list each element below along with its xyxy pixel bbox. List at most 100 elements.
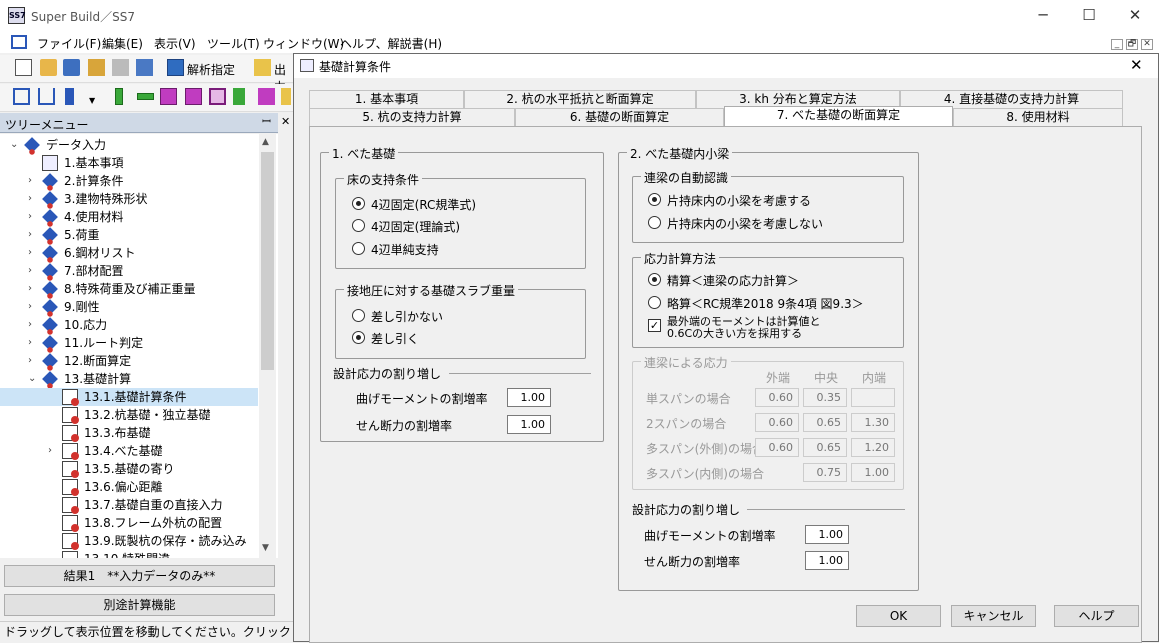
option-4edge-fixed-rc[interactable]: 4辺固定(RC規準式) — [371, 196, 476, 213]
tab-materials[interactable]: 8. 使用材料 — [953, 108, 1123, 126]
tree-item[interactable]: 13.6.偏心距離 — [0, 478, 258, 496]
result-button[interactable]: 結果1 **入力データのみ** — [4, 565, 275, 587]
table-icon[interactable] — [63, 59, 80, 76]
expand-chevron-icon[interactable]: › — [28, 316, 38, 334]
analysis-label[interactable]: 解析指定 — [187, 61, 235, 78]
analysis-icon[interactable] — [167, 59, 184, 76]
tree-item[interactable]: › 4.使用材料 — [0, 208, 258, 228]
menu-file[interactable]: ファイル(F) — [37, 35, 101, 52]
column-list-icon[interactable] — [65, 88, 74, 105]
tab-pile-horizontal[interactable]: 2. 杭の水平抵抗と断面算定 — [464, 90, 696, 108]
option-deduct[interactable]: 差し引く — [371, 330, 419, 347]
scroll-up-icon[interactable]: ▲ — [262, 137, 269, 147]
expand-chevron-icon[interactable]: › — [28, 262, 38, 280]
dropdown-arrow-icon[interactable]: ▼ — [89, 96, 95, 105]
tab-foundation-section[interactable]: 6. 基礎の断面算定 — [515, 108, 724, 126]
expand-chevron-icon[interactable]: › — [28, 352, 38, 370]
frame-icon[interactable] — [13, 88, 30, 105]
tree-item[interactable]: › 5.荷重 — [0, 226, 258, 246]
tree-item[interactable]: › 9.剛性 — [0, 298, 258, 318]
tree-close-icon[interactable]: ✕ — [281, 115, 290, 128]
tree-item[interactable]: › 3.建物特殊形状 — [0, 190, 258, 210]
radio-approx[interactable] — [648, 296, 661, 309]
menu-view[interactable]: 表示(V) — [154, 35, 196, 52]
expand-chevron-icon[interactable]: › — [28, 208, 38, 226]
radio-consider-beam[interactable] — [648, 193, 661, 206]
ok-button[interactable]: OK — [856, 605, 941, 627]
tree-item[interactable]: 13.7.基礎自重の直接入力 — [0, 496, 258, 514]
tree-scrollbar[interactable]: ▲ ▼ — [259, 134, 276, 558]
lock-icon[interactable] — [88, 59, 105, 76]
expand-chevron-icon[interactable]: › — [28, 172, 38, 190]
radio-ignore-beam[interactable] — [648, 216, 661, 229]
expand-chevron-icon[interactable]: › — [28, 334, 38, 352]
beam-member-icon[interactable] — [137, 93, 154, 100]
minimize-button[interactable]: ─ — [1020, 0, 1066, 31]
left-moment-input[interactable]: 1.00 — [507, 388, 551, 407]
open-folder-icon[interactable] — [40, 59, 57, 76]
tab-basic[interactable]: 1. 基本事項 — [309, 90, 464, 108]
close-button[interactable]: ✕ — [1112, 0, 1158, 31]
tree-item[interactable]: › 8.特殊荷重及び補正重量 — [0, 280, 258, 300]
new-file-icon[interactable] — [15, 59, 32, 76]
brace-icon[interactable] — [209, 88, 226, 105]
mdi-restore-icon[interactable]: 🗗 — [1126, 39, 1138, 50]
expand-chevron-icon[interactable]: › — [28, 298, 38, 316]
dialog-close-icon[interactable]: ✕ — [1130, 56, 1143, 74]
mdi-close-icon[interactable]: ✕ — [1141, 39, 1153, 50]
tree-item[interactable]: › 12.断面算定 — [0, 352, 258, 372]
radio-4edge-fixed-rc[interactable] — [352, 197, 365, 210]
menu-edit[interactable]: 編集(E) — [102, 35, 143, 52]
option-no-deduct[interactable]: 差し引かない — [371, 308, 443, 325]
opening-icon[interactable] — [258, 88, 275, 105]
app-menu-icon[interactable] — [11, 35, 27, 49]
radio-no-deduct[interactable] — [352, 309, 365, 322]
tree-item[interactable]: › 13.4.べた基礎 — [0, 442, 258, 460]
collapse-chevron-icon[interactable]: ⌄ — [10, 136, 20, 154]
wall-icon[interactable] — [185, 88, 202, 105]
radio-deduct[interactable] — [352, 331, 365, 344]
option-ignore-beam[interactable]: 片持床内の小梁を考慮しない — [667, 215, 823, 232]
pencil-icon[interactable] — [281, 88, 291, 105]
option-4edge-fixed-theory[interactable]: 4辺固定(理論式) — [371, 218, 460, 235]
output-icon[interactable] — [254, 59, 271, 76]
cancel-button[interactable]: キャンセル — [951, 605, 1036, 627]
column-member-icon[interactable] — [115, 88, 123, 105]
tree-item[interactable]: › 11.ルート判定 — [0, 334, 258, 354]
tree-item[interactable]: › 2.計算条件 — [0, 172, 258, 192]
expand-chevron-icon[interactable]: › — [28, 280, 38, 298]
tree-item[interactable]: › 6.鋼材リスト — [0, 244, 258, 264]
extra-calc-button[interactable]: 別途計算機能 — [4, 594, 275, 616]
menu-help[interactable]: ヘルプ、解説書(H) — [340, 35, 442, 52]
tree-item[interactable]: 13.8.フレーム外杭の配置 — [0, 514, 258, 532]
grid-icon[interactable] — [38, 88, 55, 105]
save-icon[interactable] — [112, 59, 129, 76]
tab-mat-foundation[interactable]: 7. べた基礎の断面算定 — [724, 106, 953, 126]
tree-item[interactable]: ⌄ データ入力 — [0, 136, 258, 156]
tree-item[interactable]: ⌄ 13.基礎計算 — [0, 370, 258, 390]
expand-chevron-icon[interactable]: › — [48, 442, 58, 460]
radio-4edge-simple[interactable] — [352, 242, 365, 255]
tree-item[interactable]: 1.基本事項 — [0, 154, 258, 172]
save-as-icon[interactable] — [136, 59, 153, 76]
radio-exact[interactable] — [648, 273, 661, 286]
tree-item[interactable]: 13.10.特殊間違 — [0, 550, 258, 558]
tree-item[interactable]: 13.1.基礎計算条件 — [0, 388, 258, 406]
radio-4edge-fixed-theory[interactable] — [352, 219, 365, 232]
scroll-thumb[interactable] — [261, 152, 274, 370]
pin-icon[interactable]: ꟷ — [262, 114, 271, 129]
option-exact[interactable]: 精算＜連梁の応力計算＞ — [667, 272, 799, 289]
mdi-minimize-icon[interactable]: _ — [1111, 39, 1123, 50]
expand-chevron-icon[interactable]: › — [28, 190, 38, 208]
option-consider-beam[interactable]: 片持床内の小梁を考慮する — [667, 192, 811, 209]
foundation-icon[interactable] — [233, 88, 245, 105]
left-shear-input[interactable]: 1.00 — [507, 415, 551, 434]
moment-checkbox[interactable]: ✓ — [648, 319, 661, 332]
option-4edge-simple[interactable]: 4辺単純支持 — [371, 241, 439, 258]
option-approx[interactable]: 略算＜RC規準2018 9条4項 図9.3＞ — [667, 295, 864, 312]
right-shear-input[interactable]: 1.00 — [805, 551, 849, 570]
scroll-down-icon[interactable]: ▼ — [262, 543, 269, 553]
tree-item[interactable]: 13.3.布基礎 — [0, 424, 258, 442]
maximize-button[interactable]: ☐ — [1066, 0, 1112, 31]
collapse-chevron-icon[interactable]: ⌄ — [28, 370, 38, 388]
